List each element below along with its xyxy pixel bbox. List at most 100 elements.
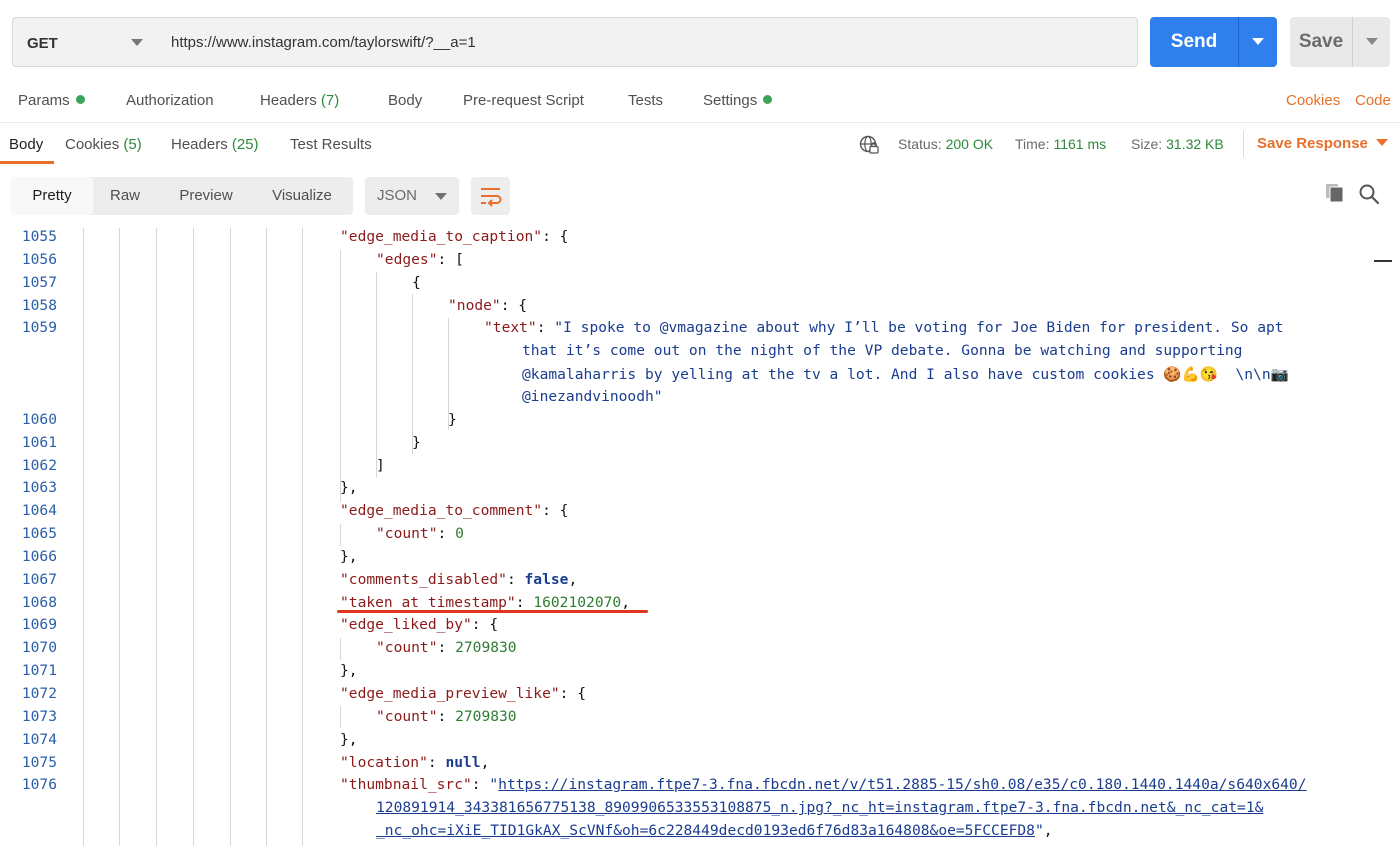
code-token: , <box>480 753 490 771</box>
line-number: 1060 <box>21 410 57 428</box>
code-token: "node" <box>448 296 501 314</box>
line-number: 1058 <box>21 296 57 314</box>
code-token: "edge_liked_by" <box>340 616 472 634</box>
format-toolbar: Pretty Raw Preview Visualize JSON <box>0 164 1400 228</box>
code-token: : [ <box>437 250 464 268</box>
indent-guide <box>376 272 377 478</box>
method-select[interactable]: GET <box>12 17 158 67</box>
copy-icon[interactable] <box>1325 183 1345 203</box>
code-token[interactable]: 120891914_343381656775138_89099065335531… <box>376 799 1263 816</box>
save-button[interactable]: Save <box>1290 17 1390 67</box>
time-label: Time: <box>1015 136 1050 152</box>
save-response-button[interactable]: Save Response <box>1257 135 1388 152</box>
wrap-lines-button[interactable] <box>471 177 510 215</box>
cookies-link[interactable]: Cookies <box>1286 92 1340 109</box>
code-token: "count" <box>376 525 438 543</box>
line-number: 1063 <box>21 479 57 497</box>
line-number: 1075 <box>21 753 57 771</box>
indent-guide <box>193 228 194 846</box>
code-token: : <box>437 525 456 543</box>
tab-settings[interactable]: Settings <box>703 92 773 109</box>
tab-headers[interactable]: Headers (7) <box>260 92 339 109</box>
globe-lock-icon[interactable] <box>859 135 879 155</box>
code-token: : { <box>500 296 528 314</box>
line-number: 1061 <box>21 433 57 451</box>
tab-body[interactable]: Body <box>388 92 422 109</box>
search-icon[interactable] <box>1358 183 1380 205</box>
line-number: 1056 <box>21 250 57 268</box>
save-label: Save <box>1298 31 1344 52</box>
save-options-button[interactable] <box>1352 17 1390 67</box>
code-token: 1602102070 <box>533 593 622 611</box>
send-options-button[interactable] <box>1238 17 1277 67</box>
line-number: 1073 <box>21 707 57 725</box>
status-info: Status: 200 OK <box>898 136 993 152</box>
code-line: "count": 0 <box>376 525 464 542</box>
code-line: } <box>448 411 457 428</box>
code-line: "count": 2709830 <box>376 708 517 725</box>
send-button[interactable]: Send <box>1150 17 1277 67</box>
line-number: 1070 <box>21 639 57 657</box>
code-line: "text": "I spoke to @vmagazine about why… <box>484 319 1284 336</box>
tab-authorization[interactable]: Authorization <box>126 92 214 109</box>
view-preview[interactable]: Preview <box>161 177 251 215</box>
code-link[interactable]: Code <box>1355 92 1391 109</box>
code-line: "edge_media_to_comment": { <box>340 502 568 519</box>
tab-label: Pre-request Script <box>463 92 584 109</box>
code-token: 2709830 <box>455 707 517 725</box>
code-token: : <box>437 707 456 725</box>
indent-guide <box>340 250 341 502</box>
chevron-down-icon <box>1252 38 1264 45</box>
code-token: : { <box>542 502 569 520</box>
tab-params[interactable]: Params <box>18 92 85 109</box>
code-line: }, <box>340 731 358 748</box>
code-token: "text" <box>484 319 537 337</box>
indent-guide <box>156 228 157 846</box>
tab-pre-request-script[interactable]: Pre-request Script <box>463 92 584 109</box>
tab-count: (25) <box>231 136 259 153</box>
code-token: "count" <box>376 639 438 657</box>
code-token[interactable]: _nc_ohc=iXiE_TID1GkAX_ScVNf&oh=6c228449d… <box>376 822 1035 839</box>
line-number: 1072 <box>21 685 57 702</box>
code-token: false <box>524 570 569 588</box>
code-token: " <box>489 776 499 794</box>
code-token: } <box>412 433 421 451</box>
response-body-viewer[interactable]: 1055 "edge_media_to_caption": {1056 "edges… <box>0 228 1392 846</box>
code-token: : <box>471 776 490 794</box>
code-token: "I spoke to @vmagazine about why I’ll be… <box>554 319 1284 337</box>
tab-response-headers[interactable]: Headers (25) <box>171 136 259 153</box>
format-label: JSON <box>377 187 418 204</box>
code-token: : <box>536 319 555 337</box>
code-token: "comments_disabled" <box>340 570 507 588</box>
indent-guide <box>302 228 303 846</box>
code-token[interactable]: https://instagram.ftpe7-3.fna.fbcdn.net/… <box>498 776 1306 793</box>
indent-guide <box>340 638 341 660</box>
size-label: Size: <box>1131 136 1163 152</box>
code-token: }, <box>340 730 358 748</box>
tab-label: Tests <box>628 92 664 109</box>
tab-test-results[interactable]: Test Results <box>290 136 372 153</box>
tab-label: Authorization <box>126 92 214 109</box>
indent-guide <box>83 228 84 846</box>
tab-count: (7) <box>320 92 340 109</box>
view-visualize[interactable]: Visualize <box>255 177 349 215</box>
format-select[interactable]: JSON <box>365 177 459 215</box>
code-token: 0 <box>455 525 464 543</box>
code-token: : { <box>542 228 569 245</box>
code-line: @inezandvinoodh" <box>522 388 663 405</box>
tab-response-cookies[interactable]: Cookies (5) <box>65 136 142 153</box>
tab-response-body[interactable]: Body <box>9 136 43 153</box>
code-token: : { <box>559 685 587 702</box>
tab-label: Params <box>18 92 70 109</box>
scrollbar-thumb[interactable] <box>1374 260 1392 262</box>
line-number: 1059 <box>21 319 57 337</box>
code-line: "edge_media_to_caption": { <box>340 228 568 245</box>
send-label: Send <box>1170 31 1218 52</box>
tab-tests[interactable]: Tests <box>628 92 663 109</box>
url-input[interactable]: https://www.instagram.com/taylorswift/?_… <box>157 17 1138 67</box>
view-raw[interactable]: Raw <box>93 177 157 215</box>
line-number: 1057 <box>21 273 57 291</box>
line-number: 1055 <box>21 228 57 245</box>
code-line: 120891914_343381656775138_89099065335531… <box>376 799 1263 816</box>
view-pretty[interactable]: Pretty <box>11 177 93 215</box>
